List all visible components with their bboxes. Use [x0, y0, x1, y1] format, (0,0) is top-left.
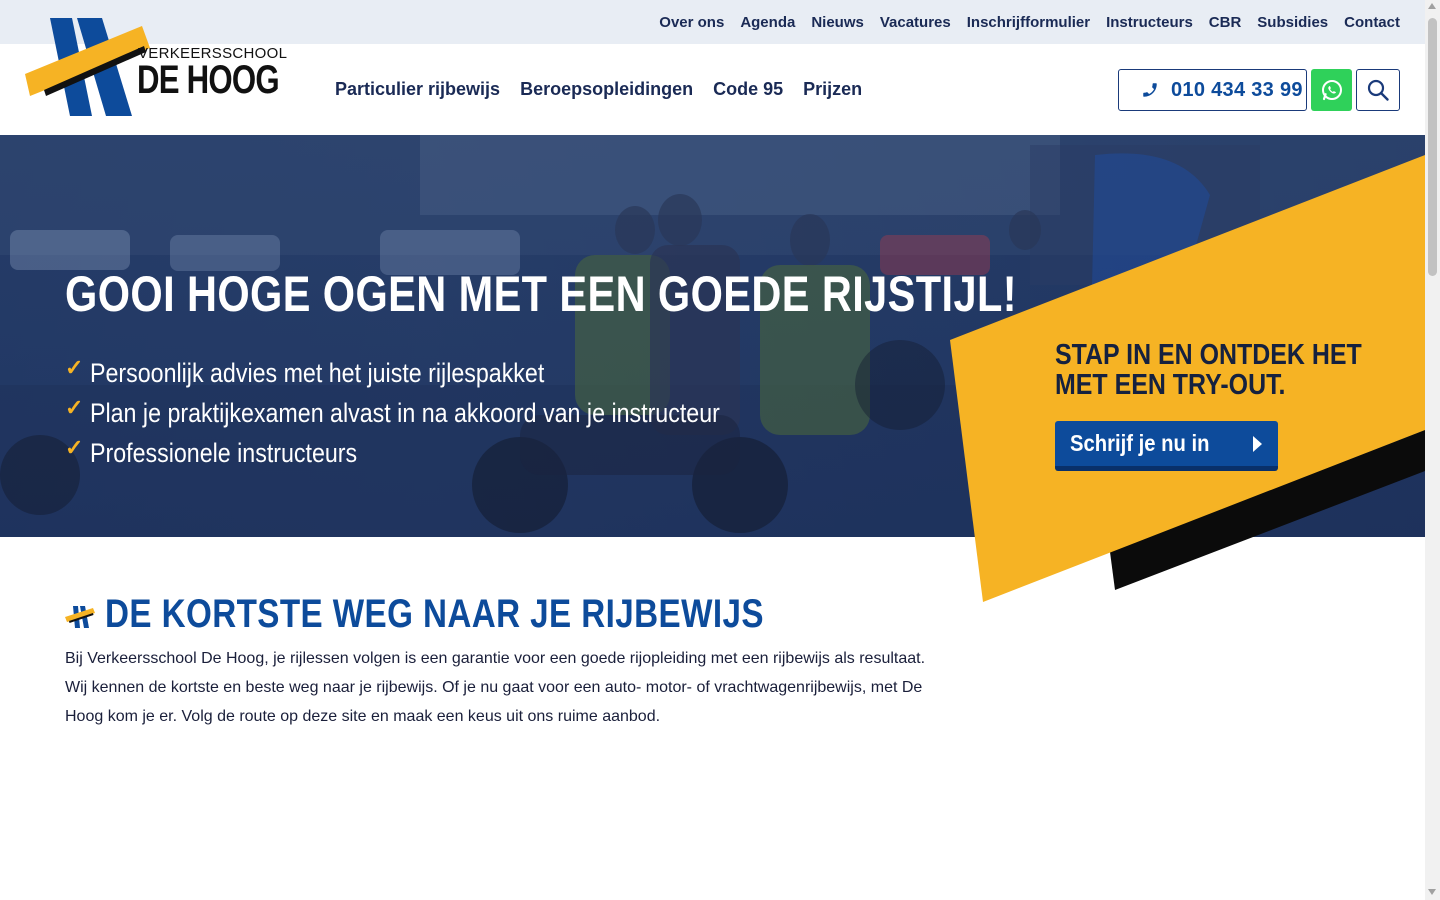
road-logo-icon — [65, 605, 95, 628]
phone-button[interactable]: 010 434 33 99 — [1118, 69, 1307, 111]
topnav-item-subsidies[interactable]: Subsidies — [1257, 14, 1328, 31]
topnav-item-contact[interactable]: Contact — [1344, 14, 1400, 31]
list-item: ✓ Professionele instructeurs — [65, 433, 822, 473]
signup-button-label: Schrijf je nu in — [1070, 430, 1210, 456]
cta-title-line-2: MET EEN TRY-OUT. — [1055, 369, 1286, 401]
benefit-text: Professionele instructeurs — [90, 437, 358, 468]
logo-text-de-hoog: DE HOOG — [137, 58, 280, 102]
mainnav-item-particulier-rijbewijs[interactable]: Particulier rijbewijs — [335, 79, 500, 100]
phone-icon — [1143, 83, 1157, 97]
topnav-item-inschrijfformulier[interactable]: Inschrijfformulier — [967, 14, 1090, 31]
benefit-text: Plan je praktijkexamen alvast in na akko… — [90, 397, 720, 428]
topnav-item-vacatures[interactable]: Vacatures — [880, 14, 951, 31]
main-navigation: Particulier rijbewijs Beroepsopleidingen… — [335, 44, 862, 135]
hero-background-photo — [0, 135, 1425, 537]
search-button[interactable] — [1356, 69, 1400, 111]
hero-benefits-list: ✓ Persoonlijk advies met het juiste rijl… — [65, 353, 822, 473]
checkmark-icon: ✓ — [65, 435, 84, 460]
checkmark-icon: ✓ — [65, 355, 84, 380]
whatsapp-icon — [1321, 80, 1342, 101]
hero-title: GOOI HOGE OGEN MET EEN GOEDE RIJSTIJL! — [65, 266, 1017, 322]
mainnav-item-beroepsopleidingen[interactable]: Beroepsopleidingen — [520, 79, 693, 100]
page-scrollbar[interactable] — [1425, 0, 1440, 900]
list-item: ✓ Plan je praktijkexamen alvast in na ak… — [65, 393, 822, 433]
topnav-item-instructeurs[interactable]: Instructeurs — [1106, 14, 1193, 31]
caret-right-icon — [1253, 436, 1262, 452]
intro-paragraph: Bij Verkeersschool De Hoog, je rijlessen… — [65, 650, 926, 725]
benefit-text: Persoonlijk advies met het juiste rijles… — [90, 357, 545, 388]
signup-button[interactable]: Schrijf je nu in — [1055, 421, 1278, 471]
whatsapp-button[interactable] — [1311, 69, 1352, 111]
cta-title: STAP IN EN ONTDEK HET MET EEN TRY-OUT. — [1055, 340, 1362, 400]
mainnav-item-code-95[interactable]: Code 95 — [713, 79, 783, 100]
top-navigation: Over ons Agenda Nieuws Vacatures Inschri… — [659, 0, 1400, 44]
scrollbar-thumb[interactable] — [1428, 18, 1437, 276]
topnav-item-cbr[interactable]: CBR — [1209, 14, 1242, 31]
intro-title: DE KORTSTE WEG NAAR JE RIJBEWIJS — [105, 592, 764, 636]
list-item: ✓ Persoonlijk advies met het juiste rijl… — [65, 353, 822, 393]
site-header: VERKEERSSCHOOL DE HOOG Particulier rijbe… — [0, 18, 1425, 135]
intro-heading: DE KORTSTE WEG NAAR JE RIJBEWIJS — [65, 592, 899, 637]
search-icon — [1367, 79, 1389, 101]
scroll-up-arrow-icon[interactable] — [1428, 3, 1436, 9]
cta-title-line-1: STAP IN EN ONTDEK HET — [1055, 339, 1362, 371]
topnav-item-over-ons[interactable]: Over ons — [659, 14, 724, 31]
phone-number: 010 434 33 99 — [1171, 78, 1303, 101]
mainnav-item-prijzen[interactable]: Prijzen — [803, 79, 862, 100]
topnav-item-nieuws[interactable]: Nieuws — [811, 14, 864, 31]
hero-banner: GOOI HOGE OGEN MET EEN GOEDE RIJSTIJL! ✓… — [0, 135, 1425, 537]
checkmark-icon: ✓ — [65, 395, 84, 420]
site-logo[interactable]: VERKEERSSCHOOL DE HOOG — [22, 16, 287, 120]
topnav-item-agenda[interactable]: Agenda — [740, 14, 795, 31]
scroll-down-arrow-icon[interactable] — [1428, 889, 1436, 895]
